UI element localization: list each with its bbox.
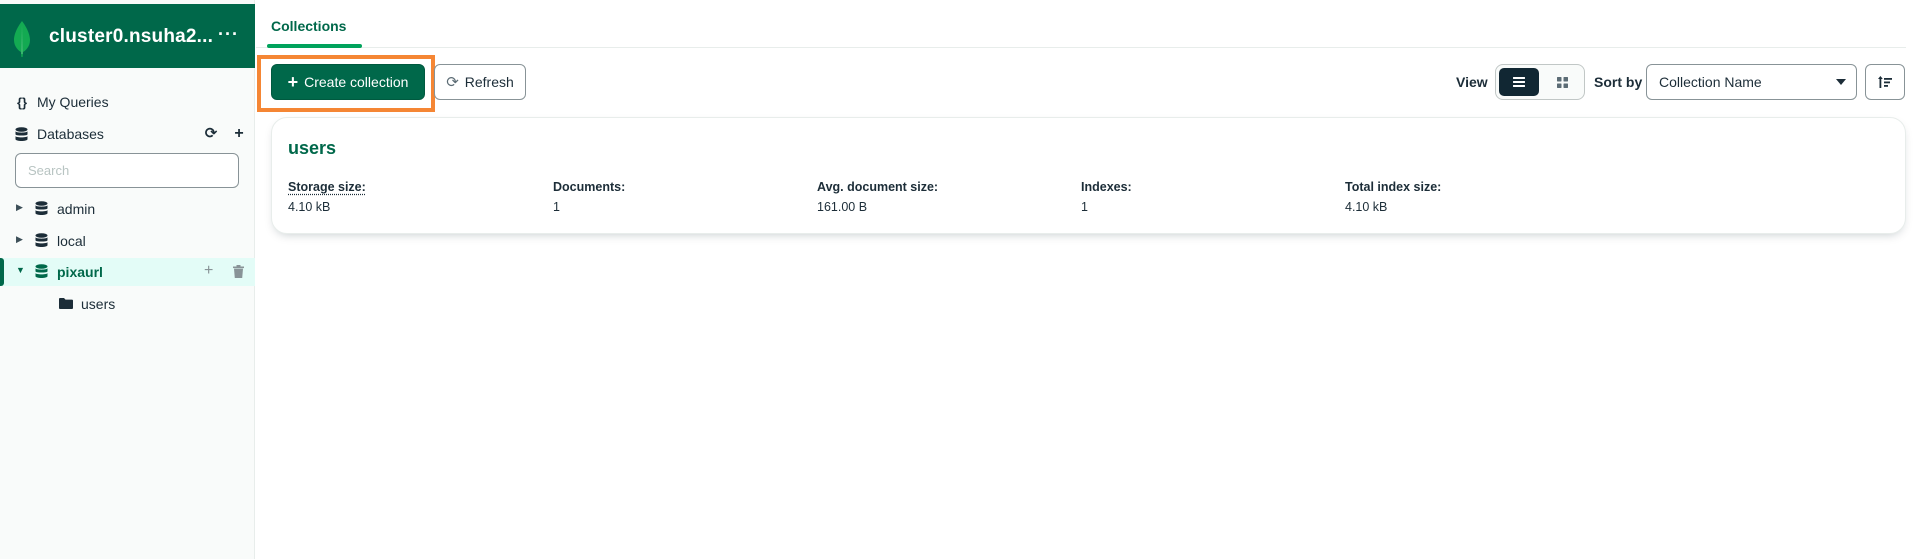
- stat-value: 1: [1081, 200, 1088, 214]
- stat-value: 161.00 B: [817, 200, 868, 214]
- main-content: Collections + Create collection ⟳ Refres…: [256, 0, 1914, 559]
- stat-value: 4.10 kB: [1345, 200, 1388, 214]
- stat-label: Documents:: [553, 180, 626, 194]
- braces-icon: {}: [16, 94, 28, 110]
- add-database-icon[interactable]: +: [230, 125, 248, 143]
- stat-indexes: Indexes: 1: [1081, 180, 1331, 214]
- cluster-name: cluster0.nsuha2...: [49, 26, 214, 47]
- sidebar-item-databases[interactable]: Databases ⟳ +: [0, 120, 255, 148]
- collection-name: users: [81, 296, 116, 312]
- stat-label: Indexes:: [1081, 180, 1132, 194]
- database-item-pixaurl[interactable]: ▼ pixaurl +: [0, 258, 255, 286]
- caret-down-icon: [1836, 79, 1846, 85]
- cluster-header[interactable]: cluster0.nsuha2... ···: [0, 4, 255, 68]
- database-name: local: [57, 233, 86, 249]
- database-item-admin[interactable]: ▶ admin: [0, 195, 255, 223]
- view-toggle: [1495, 64, 1585, 100]
- caret-right-icon[interactable]: ▶: [16, 202, 23, 213]
- refresh-label: Refresh: [464, 74, 514, 90]
- database-name: pixaurl: [57, 264, 103, 280]
- cluster-more-options-icon[interactable]: ···: [218, 24, 239, 45]
- tab-bar: Collections: [256, 0, 1906, 48]
- sort-ascending-icon: [1878, 76, 1892, 88]
- collection-card-users[interactable]: users Storage size: 4.10 kB Documents: 1…: [271, 117, 1906, 234]
- stat-avg-document-size: Avg. document size: 161.00 B: [817, 180, 1067, 214]
- caret-down-icon[interactable]: ▼: [16, 265, 25, 275]
- create-collection-button[interactable]: + Create collection: [271, 64, 425, 100]
- search-input[interactable]: [15, 153, 239, 188]
- stat-storage-size: Storage size: 4.10 kB: [288, 180, 538, 214]
- stat-value: 4.10 kB: [288, 200, 331, 214]
- stat-label: Avg. document size:: [817, 180, 939, 194]
- create-collection-label: Create collection: [304, 74, 409, 90]
- stat-label: Storage size:: [288, 180, 366, 194]
- grid-icon: [1556, 76, 1568, 88]
- folder-icon: [59, 298, 73, 309]
- list-icon: [1513, 77, 1525, 87]
- trash-icon[interactable]: [233, 265, 244, 278]
- stat-value: 1: [553, 200, 560, 214]
- sidebar-item-label: Databases: [37, 126, 104, 142]
- active-tab-indicator: [267, 44, 362, 48]
- database-icon: [35, 201, 48, 216]
- refresh-icon: ⟳: [446, 74, 459, 91]
- grid-view-button[interactable]: [1542, 68, 1582, 96]
- sidebar-item-label: My Queries: [37, 94, 109, 110]
- caret-right-icon[interactable]: ▶: [16, 234, 23, 245]
- collection-item-users[interactable]: users: [0, 290, 255, 318]
- stat-label: Total index size:: [1345, 180, 1442, 194]
- view-label: View: [1456, 74, 1488, 90]
- sidebar-item-my-queries[interactable]: {} My Queries: [0, 88, 255, 116]
- mongodb-leaf-icon: [14, 21, 30, 57]
- sort-direction-button[interactable]: [1865, 64, 1905, 100]
- sort-by-select[interactable]: Collection Name: [1646, 64, 1857, 100]
- database-icon: [35, 264, 48, 279]
- database-icon: [35, 233, 48, 248]
- sort-by-label: Sort by: [1594, 74, 1643, 90]
- collection-card-title: users: [288, 138, 337, 158]
- refresh-button[interactable]: ⟳ Refresh: [434, 64, 526, 100]
- stat-total-index-size: Total index size: 4.10 kB: [1345, 180, 1595, 214]
- list-view-button[interactable]: [1499, 68, 1539, 96]
- sort-by-value: Collection Name: [1659, 74, 1762, 90]
- stat-documents: Documents: 1: [553, 180, 803, 214]
- add-collection-icon[interactable]: +: [204, 262, 213, 280]
- refresh-databases-icon[interactable]: ⟳: [202, 125, 220, 143]
- database-item-local[interactable]: ▶ local: [0, 227, 255, 255]
- sidebar: cluster0.nsuha2... ··· {} My Queries Dat…: [0, 0, 255, 559]
- plus-icon: +: [287, 72, 299, 92]
- database-name: admin: [57, 201, 96, 217]
- database-icon: [15, 126, 28, 141]
- tab-collections[interactable]: Collections: [271, 18, 346, 34]
